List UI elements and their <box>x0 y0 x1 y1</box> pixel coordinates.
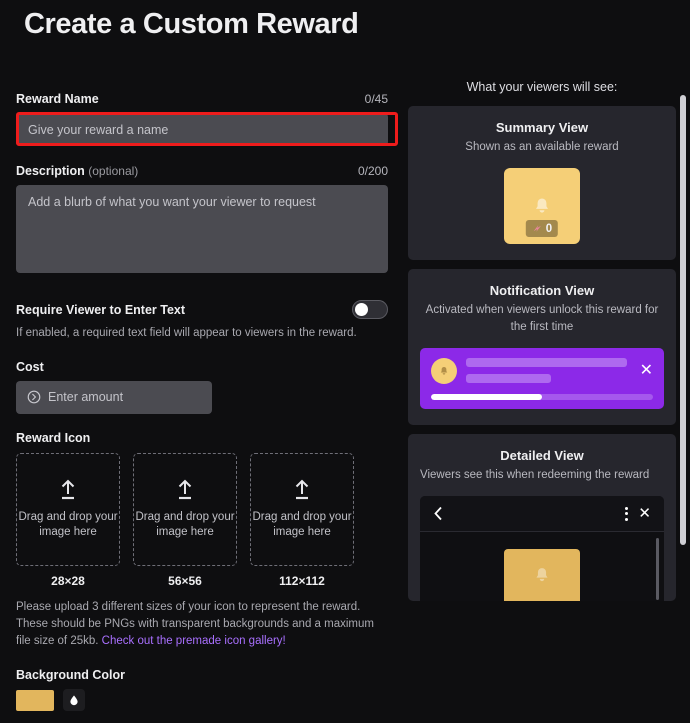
cost-field-wrap <box>16 380 212 414</box>
dropzone-112-dimension: 112×112 <box>279 573 325 588</box>
close-icon[interactable]: ✕ <box>638 506 651 521</box>
upload-note: Please upload 3 different sizes of your … <box>16 599 388 651</box>
summary-view-card: Summary View Shown as an available rewar… <box>408 106 676 261</box>
reward-name-counter: 0/45 <box>364 92 388 106</box>
detailed-toolbar: ✕ <box>420 496 664 532</box>
detailed-body <box>420 531 664 602</box>
droplet-icon <box>70 695 78 706</box>
dropzone-28-text: Drag and drop your image here <box>18 510 118 538</box>
require-text-row: Require Viewer to Enter Text <box>16 300 388 319</box>
require-text-toggle[interactable] <box>352 300 388 319</box>
upload-icon <box>178 479 192 499</box>
notification-view-subtitle: Activated when viewers unlock this rewar… <box>425 304 659 333</box>
notification-view-card: Notification View Activated when viewers… <box>408 269 676 425</box>
detailed-view-title: Detailed View <box>500 447 584 463</box>
skeleton-bar-secondary <box>466 374 552 384</box>
description-label-text: Description <box>16 164 85 178</box>
dropzone-56-dimension: 56×56 <box>168 573 202 588</box>
notification-avatar <box>431 357 457 384</box>
summary-cost-value: 0 <box>545 222 553 235</box>
detailed-scrollbar[interactable] <box>656 538 659 601</box>
uploader-56: Drag and drop your image here 56×56 <box>133 452 237 588</box>
kebab-menu-icon[interactable] <box>625 506 629 521</box>
reward-placeholder-icon <box>440 366 448 375</box>
summary-reward-tile[interactable]: 0 <box>504 168 580 245</box>
description-counter: 0/200 <box>357 164 388 178</box>
background-color-label: Background Color <box>16 668 126 683</box>
channel-points-icon <box>533 225 541 233</box>
toggle-knob <box>355 303 368 316</box>
reward-placeholder-icon <box>536 198 548 213</box>
uploader-28: Drag and drop your image here 28×28 <box>16 452 120 588</box>
summary-cost-badge: 0 <box>525 220 559 238</box>
dropzone-112[interactable]: Drag and drop your image here <box>250 452 354 566</box>
summary-tile-wrap: 0 <box>420 168 664 245</box>
cost-input[interactable] <box>16 380 212 414</box>
channel-points-icon <box>27 390 41 404</box>
premade-icon-gallery-link[interactable]: Check out the premade icon gallery! <box>102 635 286 647</box>
notification-top-row: ✕ <box>431 357 653 384</box>
icon-uploaders: Drag and drop your image here 28×28 Drag… <box>16 452 388 588</box>
background-color-row <box>16 689 388 712</box>
reward-name-input[interactable] <box>16 113 388 146</box>
description-textarea[interactable] <box>16 185 388 273</box>
dropzone-28-dimension: 28×28 <box>51 573 85 588</box>
reward-icon-label: Reward Icon <box>16 430 91 445</box>
eyedropper-button[interactable] <box>63 689 85 712</box>
notification-skeleton-bars <box>466 358 627 384</box>
dropzone-56-text: Drag and drop your image here <box>135 510 235 538</box>
preview-heading: What your viewers will see: <box>466 80 618 94</box>
page-title: Create a Custom Reward <box>24 8 359 40</box>
detailed-view-subtitle: Viewers see this when redeeming the rewa… <box>420 468 650 481</box>
require-text-label: Require Viewer to Enter Text <box>16 302 186 317</box>
reward-name-header: Reward Name 0/45 <box>16 92 388 106</box>
summary-view-subtitle: Shown as an available reward <box>465 141 619 153</box>
color-swatch[interactable] <box>16 689 54 711</box>
reward-name-label: Reward Name <box>16 92 99 106</box>
preview-panel: What your viewers will see: Summary View… <box>408 70 676 723</box>
description-label: Description (optional) <box>16 164 138 178</box>
cost-label: Cost <box>16 359 44 374</box>
require-text-help: If enabled, a required text field will a… <box>16 327 357 339</box>
page-scrollbar[interactable] <box>680 95 686 545</box>
notification-progress-fill <box>431 393 542 400</box>
detailed-preview: ✕ <box>420 496 664 602</box>
detailed-view-card: Detailed View Viewers see this when rede… <box>408 433 676 602</box>
summary-view-title: Summary View <box>495 120 589 135</box>
skeleton-bar-primary <box>466 358 627 368</box>
close-icon[interactable]: ✕ <box>636 362 653 379</box>
dropzone-56[interactable]: Drag and drop your image here <box>133 452 237 566</box>
reward-placeholder-icon <box>536 568 548 582</box>
back-chevron-icon[interactable] <box>433 506 444 521</box>
dropzone-28[interactable]: Drag and drop your image here <box>16 452 120 566</box>
create-custom-reward-page: Create a Custom Reward Reward Name 0/45 … <box>0 0 690 723</box>
description-optional-tag: (optional) <box>88 164 139 178</box>
notification-view-title: Notification View <box>489 283 595 299</box>
upload-icon <box>295 479 309 499</box>
dropzone-112-text: Drag and drop your image here <box>252 510 352 538</box>
description-header: Description (optional) 0/200 <box>16 164 388 178</box>
notification-progress-bar <box>431 393 653 400</box>
reward-form: Reward Name 0/45 Description (optional) … <box>0 70 404 723</box>
uploader-112: Drag and drop your image here 112×112 <box>250 452 354 588</box>
detailed-reward-tile <box>504 549 580 602</box>
upload-icon <box>61 479 75 499</box>
notification-preview: ✕ <box>420 347 664 409</box>
